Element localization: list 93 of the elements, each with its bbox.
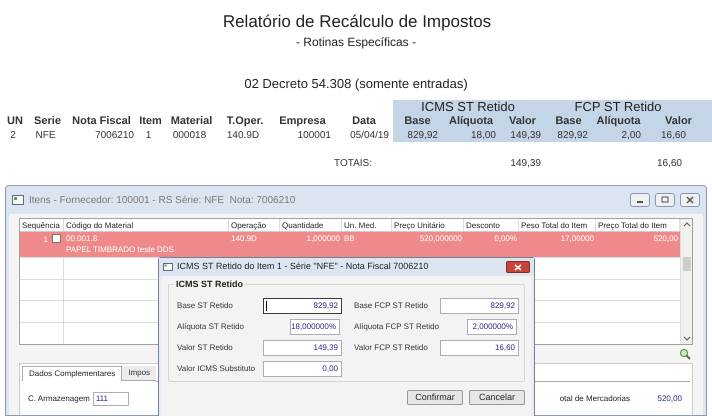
input-field[interactable]: 0,00 xyxy=(263,360,342,376)
field-label: C. Armazenagem xyxy=(28,393,90,405)
window-icon xyxy=(163,263,173,271)
table-cell: 829,92 xyxy=(393,129,442,142)
scroll-thumb[interactable] xyxy=(682,257,690,271)
field-label: Valor ST Retido xyxy=(177,342,234,352)
column-header: Base xyxy=(393,113,442,129)
total-value: 520,00 xyxy=(656,393,683,405)
field-label: Alíquota ST Retido xyxy=(177,322,246,332)
column-header: UN xyxy=(6,114,24,129)
column-header: Serie xyxy=(33,114,62,129)
table-cell: 149,39 xyxy=(500,129,545,142)
input-field[interactable]: 829,92 xyxy=(263,298,342,314)
column-header: Sequência xyxy=(20,219,64,231)
cancel-button[interactable]: Cancelar xyxy=(469,390,525,405)
input-field[interactable]: 111 xyxy=(92,392,129,406)
column-header: Operação xyxy=(229,219,280,231)
field-label: Base FCP ST Retido xyxy=(354,300,429,310)
close-button[interactable] xyxy=(506,261,530,273)
input-field[interactable]: 149,39 xyxy=(263,340,342,356)
table-cell-text: 000018 xyxy=(172,129,208,142)
field-label: otal de Mercadorias xyxy=(560,393,630,405)
scroll-up-icon[interactable] xyxy=(682,221,690,227)
table-cell-text: 1,000000 xyxy=(306,233,341,245)
table-cell-text: PAPEL TIMBRADO teste DDS xyxy=(66,244,175,255)
close-button[interactable] xyxy=(680,193,700,207)
group-header: FCP ST Retido xyxy=(574,100,662,113)
table-cell-text: 05/04/19 xyxy=(349,129,390,142)
column-header: Un. Med. xyxy=(342,219,392,231)
window-title: Itens - Fornecedor: 100001 - RS Série: NFE Nota: 7006210 xyxy=(29,194,296,208)
column-header: Nota Fiscal xyxy=(71,114,132,129)
field-label: Valor ICMS Substituto xyxy=(177,364,256,374)
column-header: Desconto xyxy=(464,219,519,231)
table-cell-text: 2 xyxy=(9,129,17,142)
table-cell-text: 7006210 xyxy=(94,129,135,142)
input-field[interactable]: 829,92 xyxy=(440,298,519,314)
tab[interactable]: Impos xyxy=(122,366,156,381)
input-field[interactable]: 18,000000% xyxy=(290,318,340,334)
input-field[interactable]: 2,000000% xyxy=(467,318,517,334)
table-cell: 16,60 xyxy=(645,129,712,142)
column-header: Quantidade xyxy=(280,219,342,231)
tab[interactable]: Dados Complementares xyxy=(22,366,122,381)
vertical-scrollbar[interactable] xyxy=(680,219,692,344)
section-title: 02 Decreto 54.308 (somente entradas) xyxy=(243,76,469,92)
table-cell: 829,92 xyxy=(545,129,592,142)
dialog-title: ICMS ST Retido do Item 1 - Série "NFE" - Nota Fiscal 7006210 xyxy=(177,260,428,274)
confirm-button[interactable]: Confirmar xyxy=(407,390,463,405)
search-icon[interactable] xyxy=(679,348,691,360)
report-title: Relatório de Recálculo de Impostos xyxy=(222,12,492,32)
table-cell-text: 00.001.8 xyxy=(66,233,98,244)
column-header: Código do Material xyxy=(64,219,229,231)
table-cell-text: 1 xyxy=(144,129,152,142)
field-label: Valor FCP ST Retido xyxy=(354,342,429,352)
close-icon xyxy=(685,196,695,204)
field-label: Alíquota FCP ST Retido xyxy=(354,322,440,332)
table-cell-text: 100001 xyxy=(296,129,332,142)
scroll-down-icon[interactable] xyxy=(682,336,690,342)
table-cell-text: 140.9D xyxy=(230,233,258,245)
column-header: Data xyxy=(351,114,377,129)
column-header: T.Oper. xyxy=(226,114,264,129)
table-cell: 1 xyxy=(44,234,48,246)
table-cell-text: 17,00000 xyxy=(560,233,595,245)
input-field[interactable]: 16,60 xyxy=(440,340,519,356)
column-header: Valor xyxy=(500,113,545,129)
column-header: Alíquota xyxy=(442,113,500,129)
column-header: Base xyxy=(545,113,592,129)
total-value: 16,60 xyxy=(656,157,683,171)
minimize-button[interactable] xyxy=(630,193,650,207)
field-label: Base ST Retido xyxy=(177,300,234,310)
table-cell-text: 520,00 xyxy=(652,233,679,245)
column-header: Peso Total do Item xyxy=(519,219,596,231)
table-cell-text: NFE xyxy=(34,129,56,142)
window-icon xyxy=(12,195,24,205)
column-header: Empresa xyxy=(278,114,327,129)
table-cell-text: 0,00% xyxy=(493,233,518,245)
maximize-icon xyxy=(660,196,670,204)
table-cell-text: 140.9D xyxy=(226,129,260,142)
column-header: Item xyxy=(138,114,163,129)
column-header: Material xyxy=(170,114,214,129)
table-cell-text: 520,000000 xyxy=(418,233,463,245)
totals-label: TOTAIS: xyxy=(333,157,372,171)
column-header: Valor xyxy=(645,113,712,129)
column-header: Alíquota xyxy=(592,113,645,129)
table-cell: 18,00 xyxy=(442,129,500,142)
report-subtitle: - Rotinas Específicas - xyxy=(294,35,418,50)
row-checkbox[interactable] xyxy=(52,234,61,243)
close-icon xyxy=(514,264,522,270)
group-header: ICMS ST Retido xyxy=(420,100,516,113)
total-value: 149,39 xyxy=(509,157,542,171)
table-cell: 2,00 xyxy=(592,129,645,142)
maximize-button[interactable] xyxy=(655,193,675,207)
column-header: Preço Unitário xyxy=(392,219,464,231)
table-cell-text: BB xyxy=(343,233,356,245)
